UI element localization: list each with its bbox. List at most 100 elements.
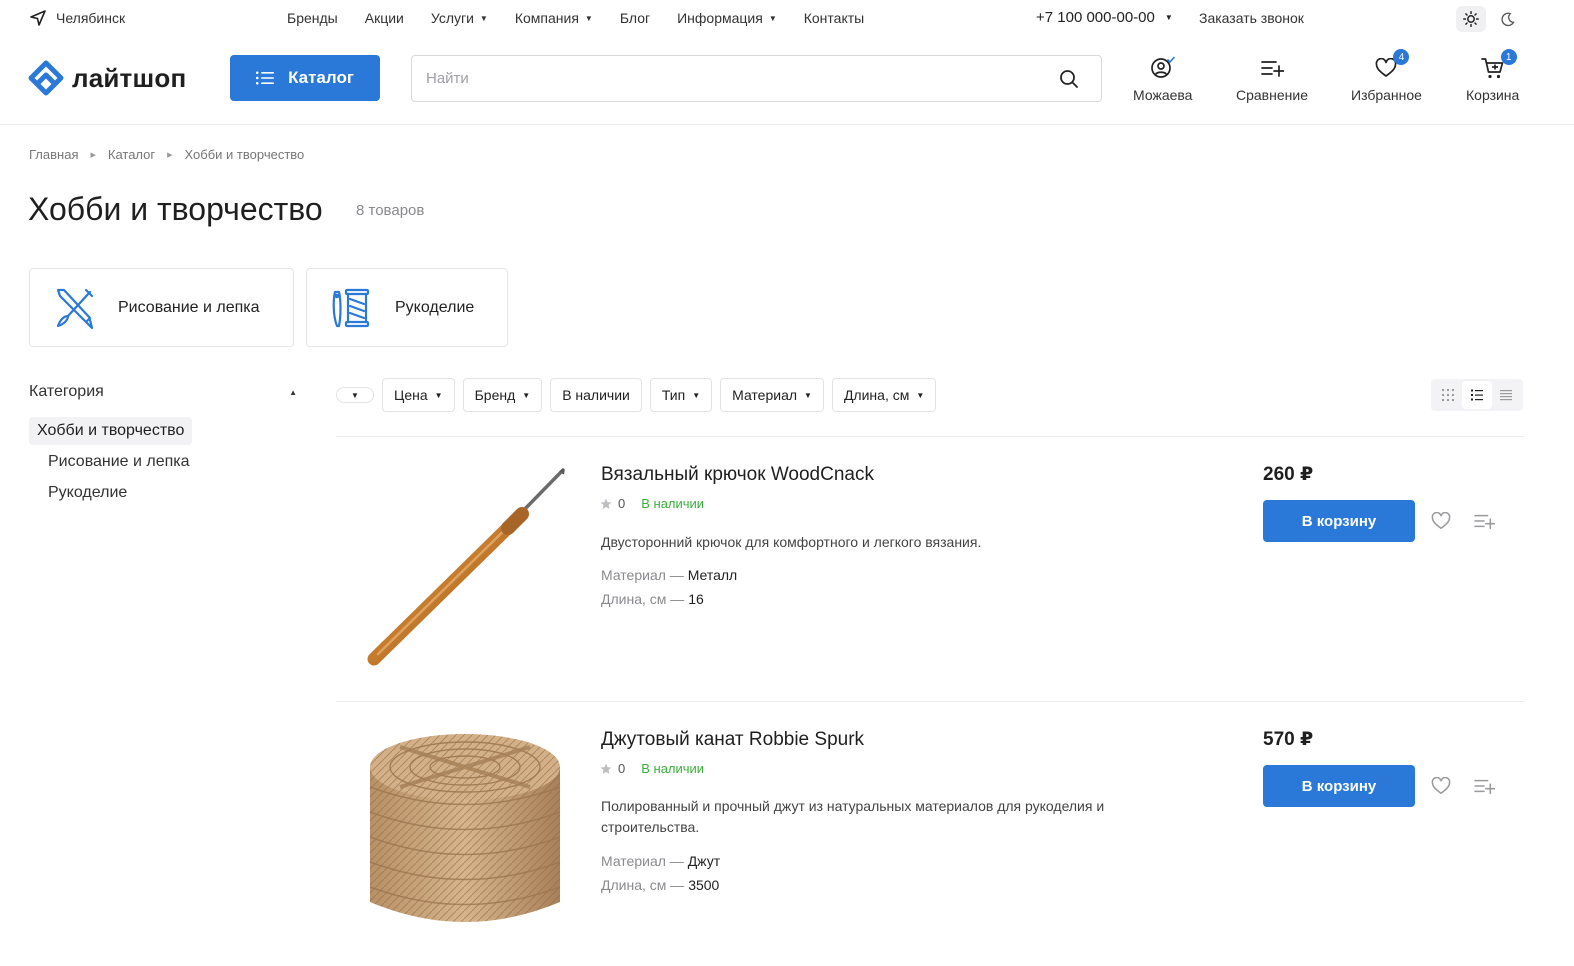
filter-label: Бренд (474, 387, 516, 403)
sidebar-item-needlework[interactable]: Рукоделие (48, 484, 127, 502)
add-to-cart-button[interactable]: В корзину (1263, 765, 1415, 807)
favorites-button[interactable]: 4 Избранное (1351, 49, 1422, 103)
topnav-label: Компания (514, 10, 579, 26)
filter-in-stock[interactable]: В наличии (550, 378, 642, 412)
heart-outline-icon (1431, 512, 1451, 530)
logo[interactable]: лайтшоп (28, 60, 186, 96)
list-divider (336, 701, 1524, 702)
cart-button[interactable]: 1 Корзина (1466, 49, 1520, 103)
caret-down-icon: ▼ (434, 390, 443, 400)
add-to-compare-button[interactable] (1472, 509, 1496, 533)
topnav-blog[interactable]: Блог (620, 10, 650, 26)
stock-status: В наличии (641, 761, 705, 776)
compact-view-button[interactable] (1492, 381, 1521, 409)
breadcrumb-catalog[interactable]: Каталог (108, 147, 155, 162)
prop-value: 16 (688, 591, 704, 607)
breadcrumb-current: Хобби и творчество (184, 147, 305, 162)
subcategory-tile-drawing[interactable]: Рисование и лепка (29, 268, 294, 347)
stock-status: В наличии (641, 496, 705, 511)
add-to-compare-button[interactable] (1472, 774, 1496, 798)
star-icon (600, 498, 612, 509)
callback-link[interactable]: Заказать звонок (1199, 10, 1304, 26)
topnav-brands[interactable]: Бренды (287, 10, 338, 26)
caret-down-icon: ▼ (768, 13, 777, 23)
account-label: Можаева (1133, 87, 1193, 103)
filter-label: Материал (732, 387, 798, 403)
prop-value: Металл (687, 567, 738, 583)
cart-label: Корзина (1466, 87, 1520, 103)
compare-button[interactable]: Сравнение (1236, 55, 1308, 103)
add-to-favorites-button[interactable] (1429, 509, 1453, 533)
caret-down-icon: ▼ (916, 390, 925, 400)
product-title[interactable]: Вязальный крючок WoodCnack (601, 464, 874, 486)
city-name: Челябинск (56, 10, 126, 26)
filter-type[interactable]: Тип ▼ (649, 378, 713, 412)
top-bar: Челябинск Бренды Акции Услуги ▼ Компания ▼… (0, 0, 1574, 38)
compare-list-icon (1261, 61, 1284, 77)
product-prop: Длина, см — 3500 (601, 877, 720, 893)
product-image-rope[interactable] (360, 727, 570, 937)
breadcrumb-home[interactable]: Главная (29, 147, 78, 162)
topnav-label: Контакты (803, 10, 865, 26)
logo-text: лайтшоп (72, 62, 187, 93)
list-view-button[interactable] (1462, 381, 1492, 409)
caret-down-icon: ▼ (351, 390, 359, 400)
prop-name: Материал (601, 853, 666, 869)
caret-down-icon: ▼ (584, 13, 593, 23)
topnav-contacts[interactable]: Контакты (804, 10, 864, 26)
subcategory-tile-needlework[interactable]: Рукоделие (306, 268, 508, 347)
account-button[interactable]: Можаева (1133, 55, 1192, 103)
jute-rope-image (369, 734, 561, 922)
filter-price[interactable]: Цена ▼ (382, 378, 455, 412)
sidebar-item-drawing[interactable]: Рисование и лепка (48, 453, 190, 471)
filter-brand[interactable]: Бренд ▼ (462, 378, 543, 412)
phone-number: +7 100 000-00-00 (1036, 9, 1155, 26)
sidebar-heading: Категория (29, 383, 104, 400)
caret-down-icon: ▼ (479, 13, 488, 23)
filter-length[interactable]: Длина, см ▼ (831, 378, 937, 412)
compare-label: Сравнение (1236, 87, 1308, 103)
add-to-cart-button[interactable]: В корзину (1263, 500, 1415, 542)
prop-name: Материал (601, 567, 666, 583)
city-selector[interactable]: Челябинск (30, 10, 125, 26)
user-check-icon (1150, 56, 1175, 78)
sidebar-category-header[interactable]: Категория ▲ (29, 383, 299, 401)
thread-needle-icon (332, 288, 370, 327)
catalog-button[interactable]: Каталог (230, 55, 380, 101)
search-input[interactable] (426, 56, 1046, 101)
topnav-company[interactable]: Компания ▼ (515, 10, 593, 26)
topnav-services[interactable]: Услуги ▼ (431, 10, 488, 26)
dark-theme-button[interactable] (1492, 6, 1522, 32)
list-menu-icon (256, 71, 275, 85)
sidebar-item-hobby[interactable]: Хобби и творчество (29, 417, 193, 445)
topnav-info[interactable]: Информация ▼ (677, 10, 777, 26)
add-to-favorites-button[interactable] (1429, 774, 1453, 798)
view-switcher (1431, 379, 1523, 411)
logo-icon (28, 60, 64, 96)
filter-label: В наличии (562, 387, 630, 403)
filter-label: Цена (394, 387, 428, 403)
search-icon[interactable] (1059, 69, 1079, 89)
grid-view-button[interactable] (1433, 381, 1462, 409)
prop-name: Длина, см (601, 591, 667, 607)
light-theme-button[interactable] (1456, 6, 1486, 32)
product-prop: Материал — Джут (601, 853, 721, 869)
page-title: Хобби и творчество (28, 191, 323, 227)
compare-add-icon (1474, 514, 1495, 529)
favorites-count-badge: 4 (1393, 49, 1410, 65)
topnav-sales[interactable]: Акции (365, 10, 404, 26)
product-title[interactable]: Джутовый канат Robbie Spurk (601, 729, 864, 751)
search-box (411, 55, 1102, 102)
sort-dropdown[interactable]: ▼ (336, 387, 374, 403)
product-image-hook[interactable] (360, 462, 570, 672)
filter-label: Длина, см (843, 387, 910, 403)
catalog-button-label: Каталог (288, 68, 354, 87)
filter-bar: ▼ Цена ▼ Бренд ▼ В наличии Тип ▼ Материал ▼ … (336, 378, 937, 412)
header-divider (0, 124, 1574, 125)
heart-outline-icon (1431, 777, 1451, 795)
theme-switcher (1456, 6, 1522, 32)
topnav-label: Акции (364, 10, 404, 26)
product-prop: Длина, см — 16 (601, 591, 704, 607)
phone-selector[interactable]: +7 100 000-00-00 ▼ (1036, 9, 1173, 26)
filter-material[interactable]: Материал ▼ (720, 378, 824, 412)
